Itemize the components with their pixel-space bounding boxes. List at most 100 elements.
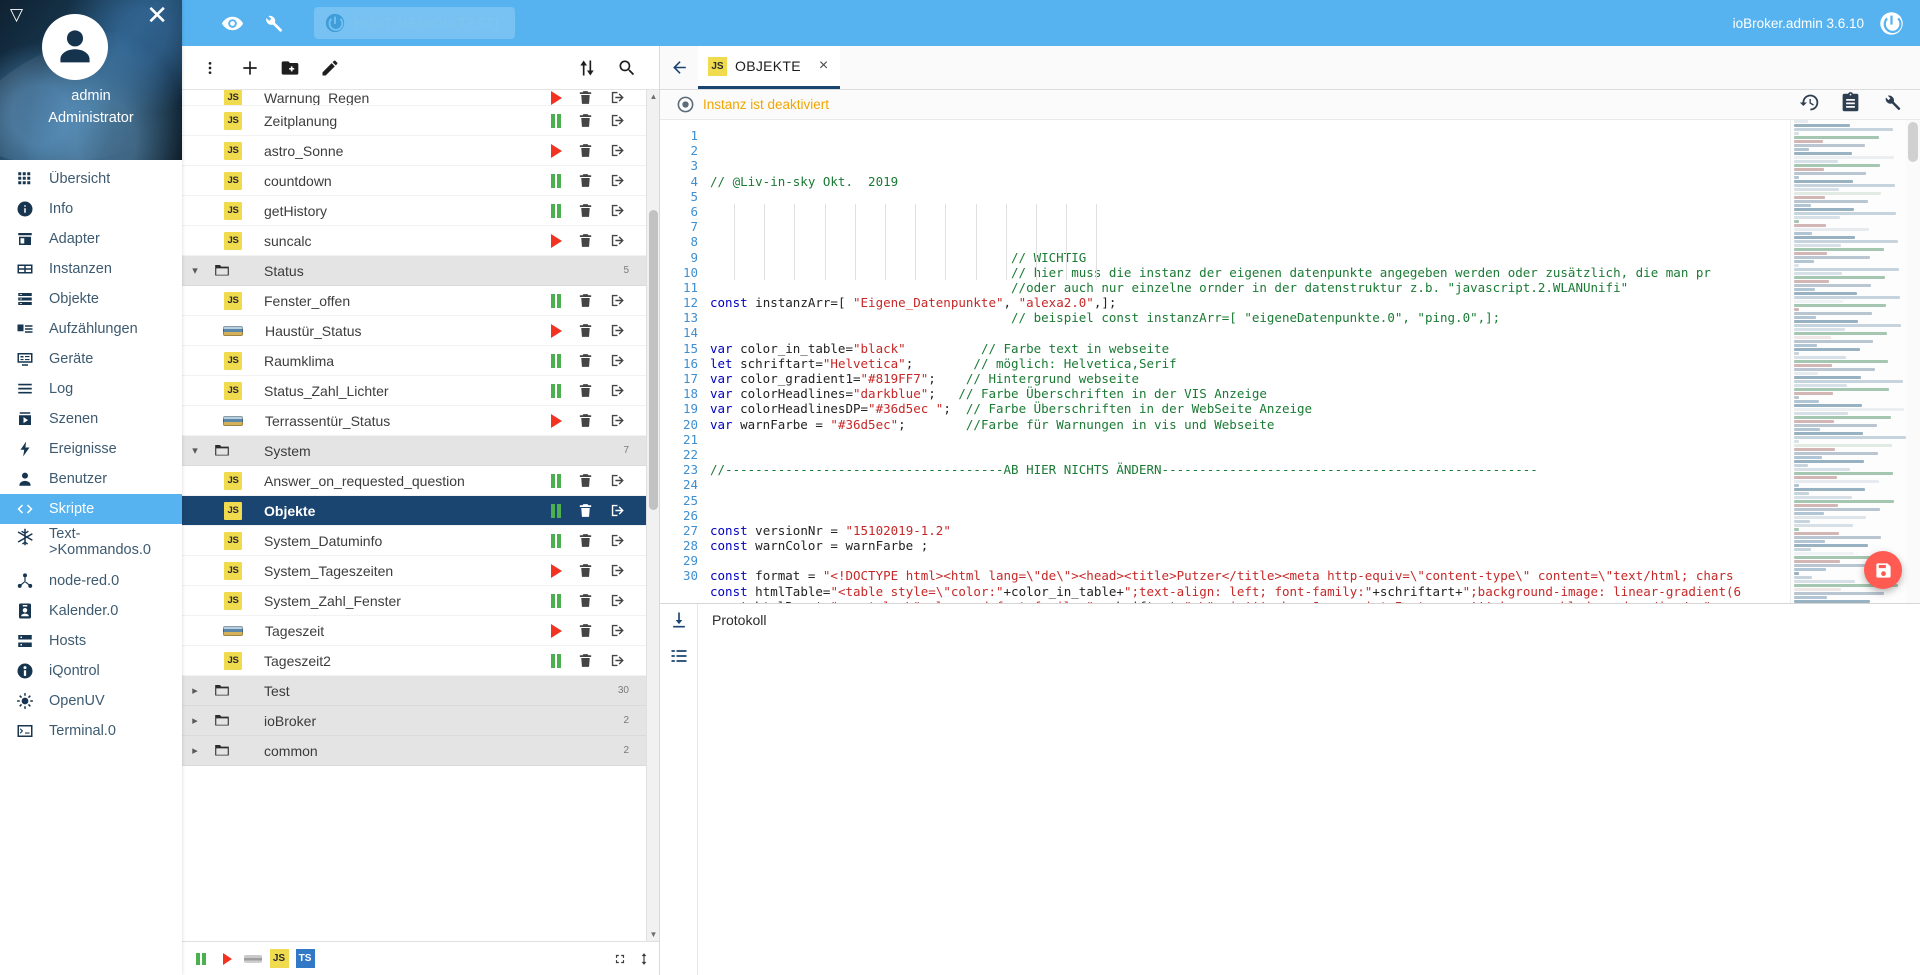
code-editor[interactable]: 1 2 3 4 5 6 7 8 9 10 11 12 13 14 15 16 17 18 19 20 21 22 23 24 2… (660, 120, 1920, 603)
sidebar-item-iqontrol[interactable]: iQontrol (0, 656, 182, 686)
tab-objekte[interactable]: JS OBJEKTE × (698, 46, 841, 89)
open-script-button[interactable] (601, 652, 633, 669)
tree-script-row[interactable]: Terrassentür_Status (182, 406, 659, 436)
status-paused-icon[interactable] (550, 173, 562, 188)
scroll-down-icon[interactable]: ▼ (649, 930, 658, 939)
code-line[interactable]: const htmlTable="<table style=\"color:"+… (710, 584, 1920, 599)
code-line[interactable] (710, 189, 1920, 204)
save-button[interactable] (1864, 551, 1902, 589)
history-button[interactable] (1799, 92, 1820, 118)
status-running-icon[interactable] (550, 563, 562, 578)
list-lines-icon[interactable] (669, 646, 689, 666)
chevron-right-icon[interactable]: ▸ (182, 684, 208, 697)
tree-script-row[interactable]: JS System_Tageszeiten (182, 556, 659, 586)
code-line[interactable] (710, 477, 1920, 492)
open-script-button[interactable] (601, 592, 633, 609)
ts-filter-icon[interactable]: TS (294, 947, 316, 971)
delete-script-button[interactable] (569, 202, 601, 219)
triangle-down-icon[interactable]: ▽ (10, 6, 23, 23)
delete-script-button[interactable] (569, 322, 601, 339)
sidebar-item-instanzen[interactable]: Instanzen (0, 254, 182, 284)
status-running-icon[interactable] (550, 233, 562, 248)
open-script-button[interactable] (601, 142, 633, 159)
tree-folder-row[interactable]: ▸ ioBroker 2 (182, 706, 659, 736)
sidebar-item-terminal-0[interactable]: Terminal.0 (0, 716, 182, 746)
tree-script-row[interactable]: JS Status_Zahl_Lichter (182, 376, 659, 406)
js-filter-icon[interactable]: JS (268, 947, 290, 971)
code-line[interactable] (710, 508, 1920, 523)
open-script-button[interactable] (601, 562, 633, 579)
status-paused-icon[interactable] (550, 383, 562, 398)
tree-script-row[interactable]: JS Zeitplanung (182, 106, 659, 136)
tree-script-row[interactable]: Tageszeit (182, 616, 659, 646)
eye-icon[interactable] (212, 3, 252, 43)
code-line[interactable] (710, 204, 1920, 219)
tree-script-row[interactable]: JS suncalc (182, 226, 659, 256)
code-line[interactable] (710, 493, 1920, 508)
editor-minimap[interactable] (1790, 120, 1906, 603)
status-running-icon[interactable] (550, 143, 562, 158)
chevron-right-icon[interactable]: ▸ (182, 714, 208, 727)
open-script-button[interactable] (601, 382, 633, 399)
sidebar-item-aufz-hlungen[interactable]: Aufzählungen (0, 314, 182, 344)
tree-script-row[interactable]: Haustür_Status (182, 316, 659, 346)
sidebar-item-ger-te[interactable]: Geräte (0, 344, 182, 374)
expand-icon[interactable] (613, 952, 627, 966)
power-icon[interactable] (1876, 8, 1906, 38)
host-chip[interactable]: HOST MEDION(TEST) (314, 7, 516, 39)
tree-folder-row[interactable]: ▾ Status 5 (182, 256, 659, 286)
wrench-icon[interactable] (252, 3, 292, 43)
code-line[interactable]: var color_gradient1="#819FF7"; // Hinter… (710, 371, 1920, 386)
status-paused-icon[interactable] (550, 203, 562, 218)
add-script-button[interactable] (230, 48, 270, 88)
scroll-up-icon[interactable]: ▲ (649, 92, 658, 101)
editor-scrollbar-thumb[interactable] (1908, 122, 1918, 162)
close-icon[interactable]: ✕ (146, 2, 168, 28)
open-script-button[interactable] (601, 472, 633, 489)
open-script-button[interactable] (601, 232, 633, 249)
tree-script-row[interactable]: JS Tageszeit2 (182, 646, 659, 676)
delete-script-button[interactable] (569, 652, 601, 669)
code-line[interactable]: //oder auch nur einzelne ornder in der d… (710, 280, 1920, 295)
blockly-filter-icon[interactable] (242, 947, 264, 971)
delete-script-button[interactable] (569, 382, 601, 399)
open-script-button[interactable] (601, 112, 633, 129)
resize-updown-icon[interactable] (637, 952, 651, 966)
sidebar-item-info[interactable]: Info (0, 194, 182, 224)
code-line[interactable]: const instanzArr=[ "Eigene_Datenpunkte",… (710, 295, 1920, 310)
code-line[interactable] (710, 553, 1920, 568)
code-line[interactable] (710, 219, 1920, 234)
code-line[interactable]: // WICHTIG (710, 250, 1920, 265)
chevron-down-icon[interactable]: ▾ (182, 264, 208, 277)
sidebar-item-openuv[interactable]: OpenUV (0, 686, 182, 716)
code-line[interactable]: // beispiel const instanzArr=[ "eigeneDa… (710, 310, 1920, 325)
sidebar-item-skripte[interactable]: Skripte (0, 494, 182, 524)
tree-scrollbar[interactable]: ▲ ▼ (646, 90, 659, 941)
delete-script-button[interactable] (569, 412, 601, 429)
tree-script-row[interactable]: JS Fenster_offen (182, 286, 659, 316)
delete-script-button[interactable] (569, 532, 601, 549)
open-script-button[interactable] (601, 202, 633, 219)
tree-scroll-area[interactable]: JS Warnung_Regen JS Zeitplanung JS astro_Sonn… (182, 90, 659, 941)
tree-script-row[interactable]: JS Warnung_Regen (182, 90, 659, 106)
tree-script-row[interactable]: JS Answer_on_requested_question (182, 466, 659, 496)
code-line[interactable] (710, 447, 1920, 462)
sidebar-item-bersicht[interactable]: Übersicht (0, 164, 182, 194)
status-paused-icon[interactable] (550, 533, 562, 548)
delete-script-button[interactable] (569, 622, 601, 639)
status-paused-icon[interactable] (550, 113, 562, 128)
more-options-button[interactable] (190, 48, 230, 88)
code-line[interactable]: var warnFarbe = "#36d5ec"; //Farbe für W… (710, 417, 1920, 432)
tree-script-row[interactable]: JS Raumklima (182, 346, 659, 376)
sidebar-item-objekte[interactable]: Objekte (0, 284, 182, 314)
status-paused-icon[interactable] (550, 473, 562, 488)
status-paused-icon[interactable] (550, 293, 562, 308)
settings-button[interactable] (1881, 92, 1902, 118)
code-line[interactable]: // @Liv-in-sky Okt. 2019 (710, 174, 1920, 189)
download-icon[interactable] (669, 610, 689, 630)
delete-script-button[interactable] (569, 352, 601, 369)
code-line[interactable] (710, 234, 1920, 249)
delete-script-button[interactable] (569, 232, 601, 249)
play-filter-icon[interactable] (216, 947, 238, 971)
code-text[interactable]: // @Liv-in-sky Okt. 2019 // WICHTIG // h… (706, 120, 1920, 603)
